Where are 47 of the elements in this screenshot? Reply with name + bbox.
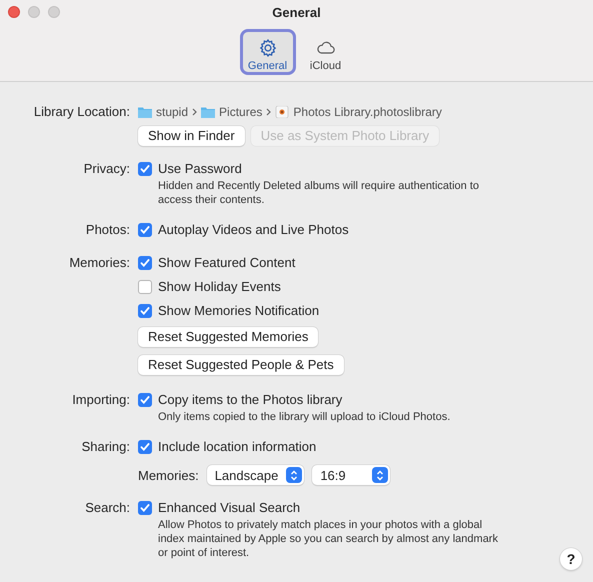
checkbox[interactable] (138, 440, 152, 454)
checkbox-label: Show Featured Content (158, 254, 296, 272)
help-button[interactable]: ? (560, 548, 582, 570)
description-text: Only items copied to the library will upload to iCloud Photos. (157, 410, 452, 424)
checkbox[interactable] (138, 304, 152, 318)
section-label: Sharing: (82, 438, 130, 456)
push-button[interactable]: Reset Suggested Memories (138, 327, 318, 347)
stepper-icon (286, 467, 302, 483)
checkbox-label: Use Password (158, 160, 242, 178)
popup-menu[interactable]: Landscape (206, 465, 304, 485)
checkbox[interactable] (138, 501, 152, 515)
window-title: General (272, 5, 321, 21)
close-button[interactable] (8, 6, 20, 18)
section-label: Library Location: (34, 103, 130, 121)
chevron-icon (192, 108, 198, 116)
section-label: Importing: (72, 391, 130, 409)
folder-icon (138, 106, 152, 118)
path-item[interactable]: Pictures (219, 102, 262, 122)
section-label: Photos: (86, 221, 130, 239)
toolbar-tab[interactable]: iCloud (298, 29, 354, 75)
checkbox-label: Autoplay Videos and Live Photos (158, 221, 349, 239)
checkbox[interactable] (138, 223, 152, 237)
push-button[interactable]: Reset Suggested People & Pets (138, 355, 344, 375)
toolbar-tab[interactable]: General (240, 29, 296, 75)
section-label: Privacy: (84, 160, 130, 178)
checkbox[interactable] (138, 256, 152, 270)
checkbox-label: Enhanced Visual Search (158, 499, 300, 517)
checkbox[interactable] (138, 280, 152, 294)
stepper-icon (372, 467, 388, 483)
section-label: Memories: (69, 254, 130, 272)
chevron-icon (266, 108, 272, 116)
checkbox-label: Show Memories Notification (158, 302, 320, 320)
push-button[interactable]: Show in Finder (138, 126, 245, 146)
section-label: Search: (85, 499, 130, 517)
popup-label: Memories: (138, 468, 199, 482)
description-text: Allow Photos to privately match places in your photos with a global index maintained by Apple so you can search by almost any landmark or point of interest. (157, 518, 499, 560)
checkbox-label: Show Holiday Events (158, 278, 281, 296)
checkbox-label: Include location information (158, 438, 316, 456)
checkbox[interactable] (138, 393, 152, 407)
checkbox-label: Copy items to the Photos library (158, 391, 342, 409)
description-text: Hidden and Recently Deleted albums will require authentication to access their contents. (157, 179, 480, 207)
path-item[interactable]: Photos Library.photoslibrary (293, 102, 442, 122)
folder-icon (201, 106, 216, 118)
path-item[interactable]: stupid (156, 102, 188, 122)
checkbox[interactable] (138, 162, 152, 176)
photos-library-icon (275, 106, 290, 118)
popup-menu[interactable]: 16:9 (312, 465, 390, 485)
